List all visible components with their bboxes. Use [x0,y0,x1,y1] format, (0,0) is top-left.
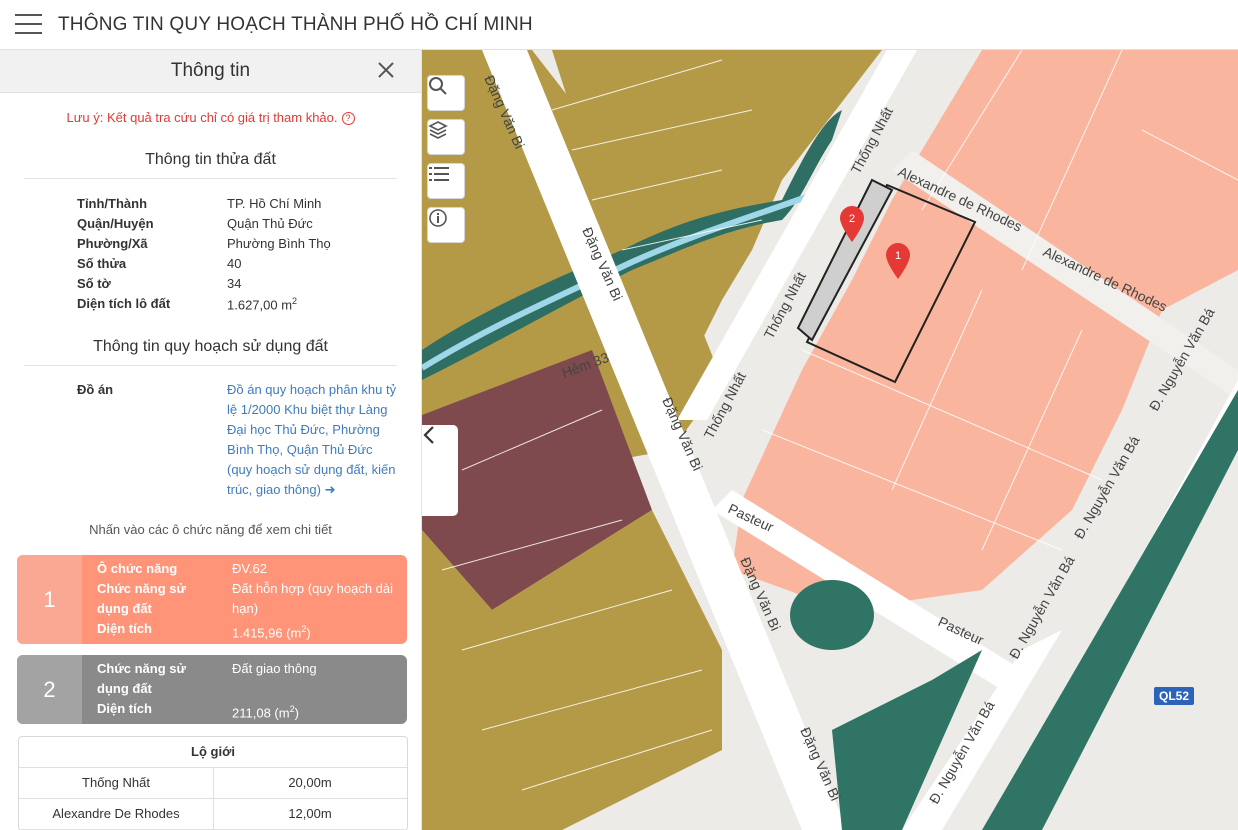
function-use-value: Đất hỗn hợp (quy hoạch dài hạn) [232,581,394,616]
parcel-value: TP. Hồ Chí Minh [227,196,322,211]
road-name-cell: Alexandre De Rhodes [19,799,214,829]
panel-title: Thông tin [170,60,251,81]
parcel-key: Số tờ [77,276,111,291]
disclaimer-text: Lưu ý: Kết quả tra cứu chỉ có giá trị th… [66,110,338,125]
function-area-key: Diện tích [97,621,152,636]
disclaimer-note: Lưu ý: Kết quả tra cứu chỉ có giá trị th… [0,110,421,126]
top-bar: THÔNG TIN QUY HOẠCH THÀNH PHỐ HỒ CHÍ MIN… [0,0,1238,50]
map-view[interactable]: 1 2 Đặng Văn Bi Đặng Văn Bi Đặng Văn Bi … [422,50,1238,830]
info-panel: Thông tin Lưu ý: Kết quả tra cứu chỉ có … [0,50,422,830]
function-area-value: 211,08 (m2) [232,704,299,721]
map-canvas[interactable]: 1 2 Đặng Văn Bi Đặng Văn Bi Đặng Văn Bi … [422,50,1238,830]
parcel-area-key: Diện tích lô đất [77,296,171,311]
plan-link[interactable]: Đồ án quy hoạch phân khu tỷ lệ 1/2000 Kh… [227,380,399,500]
function-card-1[interactable]: 1 Ô chức năng ĐV.62 Chức năng sử dụng đấ… [17,555,407,644]
function-number: 2 [17,655,82,724]
parcel-area-value: 1.627,00 m2 [227,296,298,313]
search-icon[interactable] [427,75,465,111]
road-width-cell: 20,00m [288,775,332,790]
svg-text:1: 1 [895,250,901,262]
function-use-key: Chức năng sử dụng đất [97,581,186,616]
parcel-section-title: Thông tin thửa đất [24,151,397,179]
parcel-key: Quận/Huyện [77,216,154,231]
table-row: Alexandre De Rhodes 12,00m [19,799,407,830]
collapse-panel-button[interactable] [422,425,458,516]
plan-section-title: Thông tin quy hoạch sử dụng đất [24,338,397,366]
lo-gioi-title: Lộ giới [19,737,407,768]
function-use-value: Đất giao thông [232,661,317,676]
function-card-2[interactable]: 2 Chức năng sử dụng đất Đất giao thông D… [17,655,407,724]
function-area-key: Diện tích [97,701,152,716]
app-title: THÔNG TIN QUY HOẠCH THÀNH PHỐ HỒ CHÍ MIN… [58,14,533,35]
arrow-right-icon: ➜ [324,482,336,497]
parcel-value: 40 [227,256,242,271]
help-icon[interactable]: ? [341,112,355,126]
info-icon[interactable] [427,207,465,243]
function-area-value: 1.415,96 (m2) [232,624,311,641]
chevron-left-icon [423,426,434,444]
legend-list-icon[interactable] [427,163,465,199]
function-o-value: ĐV.62 [232,561,267,576]
road-width-cell: 12,00m [288,806,332,821]
table-row: Thống Nhất 20,00m [19,768,407,799]
road-name-cell: Thống Nhất [19,768,214,798]
hint-text: Nhấn vào các ô chức năng để xem chi tiết [89,522,332,537]
parcel-key: Phường/Xã [77,236,148,251]
function-number: 1 [17,555,82,644]
parcel-key: Số thửa [77,256,127,271]
parcel-key: Tỉnh/Thành [77,196,148,211]
function-use-key: Chức năng sử dụng đất [97,661,186,696]
plan-link-text[interactable]: Đồ án quy hoạch phân khu tỷ lệ 1/2000 Kh… [227,382,396,497]
svg-text:2: 2 [849,213,855,225]
highway-badge: QL52 [1154,687,1195,705]
parcel-value: Quận Thủ Đức [227,216,313,231]
layers-icon[interactable] [427,119,465,155]
parcel-value: 34 [227,276,242,291]
function-o-key: Ô chức năng [97,561,178,576]
green-zone [790,580,874,650]
lo-gioi-table: Lộ giới Thống Nhất 20,00m Alexandre De R… [18,736,408,830]
panel-header: Thông tin [0,50,421,93]
hamburger-menu-icon[interactable] [15,14,42,36]
parcel-value: Phường Bình Thọ [227,236,331,251]
plan-key: Đồ án [77,382,114,397]
close-icon[interactable] [375,59,397,81]
